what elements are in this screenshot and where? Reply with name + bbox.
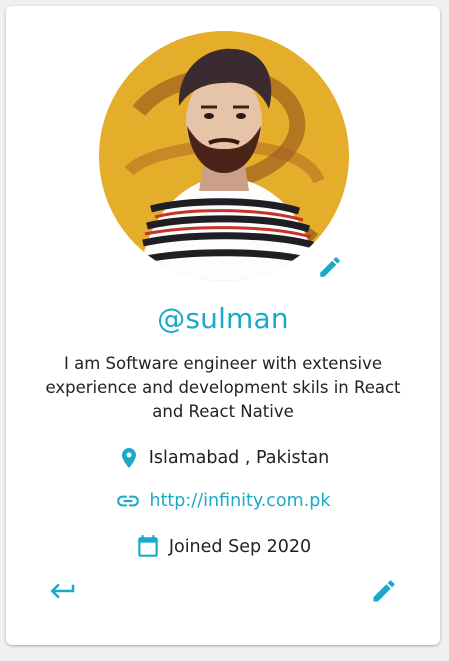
location-text: Islamabad , Pakistan — [148, 448, 330, 468]
pencil-icon — [373, 580, 395, 602]
calendar-icon — [138, 535, 158, 557]
joined-text: Joined Sep 2020 — [168, 537, 312, 557]
profile-avatar — [99, 31, 349, 281]
website-link[interactable]: http://infinity.com.pk — [149, 491, 330, 511]
website-row: http://infinity.com.pk — [6, 488, 440, 514]
profile-bio: I am Software engineer with extensive ex… — [45, 354, 401, 421]
pencil-icon — [320, 257, 340, 277]
profile-username: @sulman — [157, 302, 289, 335]
profile-card: @sulman I am Software engineer with exte… — [6, 6, 440, 645]
avatar-edit-button[interactable] — [317, 254, 343, 280]
keyboard-return-icon — [50, 583, 75, 599]
map-pin-icon — [121, 448, 136, 468]
location-row: Islamabad , Pakistan — [6, 445, 440, 471]
joined-row: Joined Sep 2020 — [6, 533, 440, 561]
edit-profile-button[interactable] — [370, 577, 400, 607]
avatar-image — [99, 31, 349, 281]
back-button[interactable] — [48, 576, 78, 606]
link-icon — [117, 495, 140, 507]
